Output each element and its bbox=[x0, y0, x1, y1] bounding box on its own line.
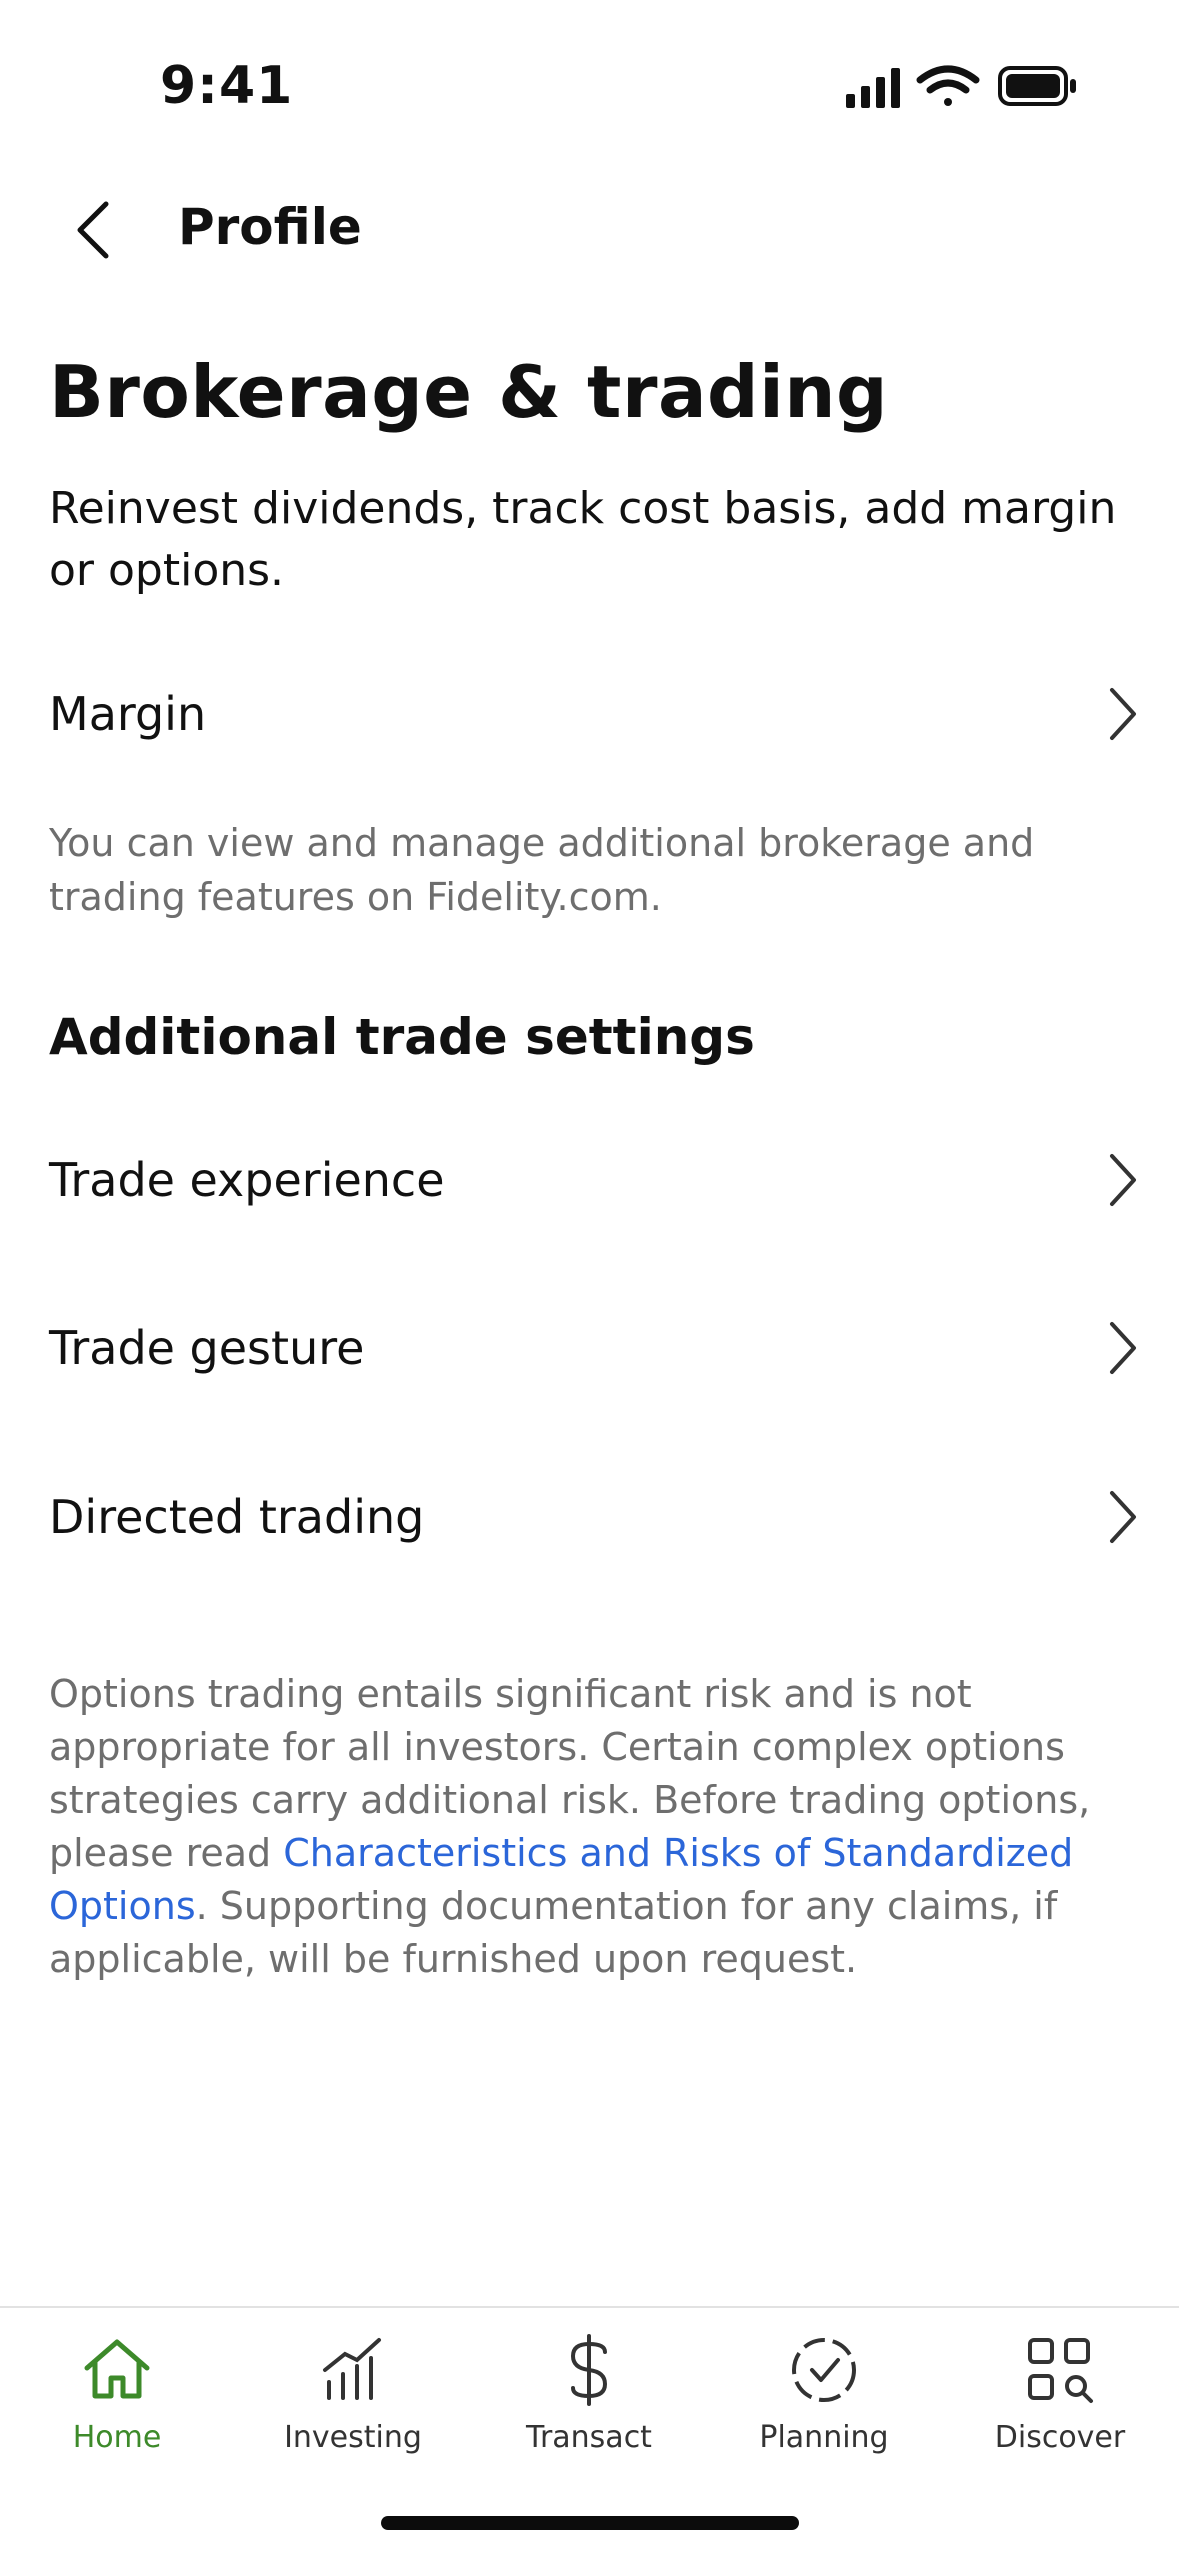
tab-discover-label: Discover bbox=[994, 2420, 1126, 2455]
directed-trading-label: Directed trading bbox=[49, 1490, 425, 1544]
trade-gesture-row[interactable]: Trade gesture bbox=[0, 1288, 1179, 1408]
margin-row[interactable]: Margin bbox=[0, 654, 1179, 774]
chevron-right-icon bbox=[1110, 1491, 1136, 1543]
tab-planning[interactable]: Planning bbox=[729, 2330, 919, 2470]
directed-trading-row[interactable]: Directed trading bbox=[0, 1457, 1179, 1577]
tab-discover[interactable]: Discover bbox=[965, 2330, 1155, 2470]
bar-chart-icon bbox=[323, 2338, 381, 2400]
trade-gesture-label: Trade gesture bbox=[49, 1321, 365, 1375]
dollar-icon bbox=[570, 2334, 608, 2406]
status-time: 9:41 bbox=[160, 56, 294, 116]
tab-investing-label: Investing bbox=[284, 2420, 422, 2455]
page-subtitle: Reinvest dividends, track cost basis, ad… bbox=[49, 483, 1117, 596]
tab-planning-label: Planning bbox=[759, 2420, 889, 2455]
signal-wifi-battery-icons bbox=[846, 65, 1076, 108]
tab-home[interactable]: Home bbox=[22, 2330, 212, 2470]
options-disclaimer: Options trading entails significant risk… bbox=[49, 1668, 1134, 1986]
disclaimer-text-after: . Supporting documentation for any claim… bbox=[49, 1884, 1058, 1981]
planning-check-icon bbox=[792, 2338, 856, 2402]
tab-home-label: Home bbox=[72, 2420, 162, 2455]
page-title: Brokerage & trading bbox=[49, 350, 889, 434]
chevron-left-icon bbox=[77, 201, 109, 259]
tab-transact[interactable]: Transact bbox=[494, 2330, 684, 2470]
margin-label: Margin bbox=[49, 687, 207, 741]
trade-experience-row[interactable]: Trade experience bbox=[0, 1120, 1179, 1240]
info-text: You can view and manage additional broke… bbox=[49, 821, 1035, 919]
wifi-icon bbox=[916, 65, 980, 106]
back-label[interactable]: Profile bbox=[178, 198, 362, 256]
battery-icon bbox=[998, 66, 1076, 106]
cellular-signal-icon bbox=[846, 68, 900, 108]
back-button[interactable] bbox=[52, 190, 132, 270]
section-heading: Additional trade settings bbox=[49, 1008, 755, 1066]
status-icons bbox=[842, 62, 1082, 114]
trade-experience-label: Trade experience bbox=[49, 1153, 445, 1207]
home-icon bbox=[84, 2339, 150, 2399]
chevron-right-icon bbox=[1110, 688, 1136, 740]
tab-investing[interactable]: Investing bbox=[258, 2330, 448, 2470]
discover-grid-icon bbox=[1028, 2338, 1093, 2403]
tab-transact-label: Transact bbox=[526, 2420, 652, 2455]
chevron-right-icon bbox=[1110, 1154, 1136, 1206]
home-indicator bbox=[381, 2516, 799, 2530]
chevron-right-icon bbox=[1110, 1322, 1136, 1374]
